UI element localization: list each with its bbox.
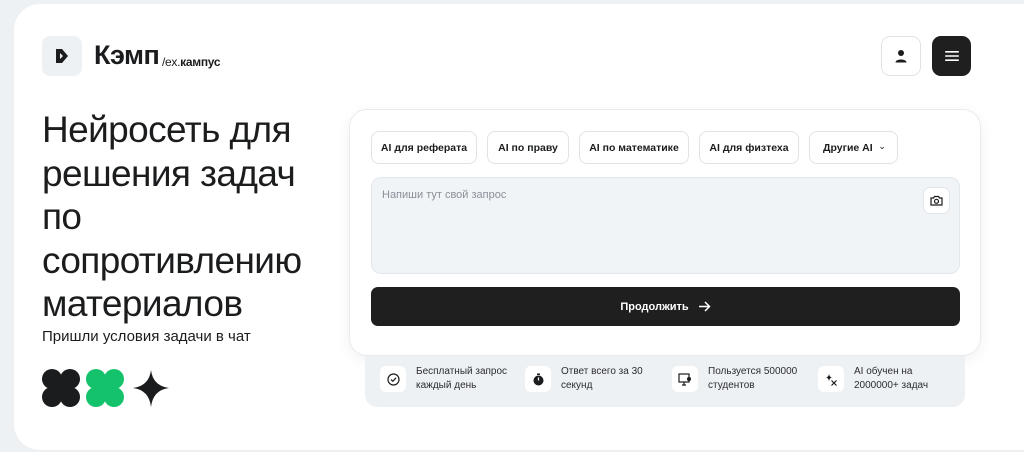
feature-text: Пользуется 500000 студентов	[708, 366, 798, 391]
query-input[interactable]	[382, 186, 902, 204]
page-subtitle: Пришли условия задачи в чат	[42, 328, 251, 345]
chat-card: AI для реферата AI по праву AI по матема…	[349, 109, 981, 356]
chip-other-ai-dropdown[interactable]: Другие AI	[809, 131, 898, 164]
feature-text: Бесплатный запрос каждый день	[416, 366, 508, 391]
feature-item: AI обучен на 2000000+ задач	[818, 365, 954, 393]
feature-item: Ответ всего за 30 секунд	[525, 365, 661, 393]
chip-ai-referat[interactable]: AI для реферата	[371, 131, 477, 164]
hamburger-menu-icon	[944, 51, 959, 61]
features-strip: Бесплатный запрос каждый день Ответ всег…	[365, 356, 965, 407]
ai-chips: AI для реферата AI по праву AI по матема…	[371, 131, 898, 164]
sparkle-icon	[818, 366, 844, 392]
feature-text: Ответ всего за 30 секунд	[561, 366, 643, 391]
feature-text: AI обучен на 2000000+ задач	[854, 366, 929, 391]
menu-button[interactable]	[932, 36, 971, 76]
continue-label: Продолжить	[620, 300, 689, 313]
k-logo-icon	[56, 49, 68, 63]
brand-name[interactable]: Кэмп	[94, 40, 160, 71]
stopwatch-icon	[525, 366, 551, 392]
black-star-icon	[133, 370, 169, 407]
logo-icon[interactable]	[42, 36, 82, 76]
chip-ai-phystech[interactable]: AI для физтеха	[699, 131, 799, 164]
brand-subtitle: /ex.кампус	[162, 55, 221, 69]
page-title: Нейросеть для решения задач по сопротивл…	[42, 109, 302, 324]
chip-ai-law[interactable]: AI по праву	[487, 131, 569, 164]
decorative-shapes	[42, 369, 169, 407]
black-flower-icon	[42, 369, 80, 407]
chevron-down-icon	[879, 146, 884, 149]
green-clover-icon	[86, 369, 124, 407]
camera-icon	[930, 195, 943, 206]
monitor-user-icon	[672, 366, 698, 392]
user-button[interactable]	[881, 36, 921, 76]
feature-item: Бесплатный запрос каждый день	[380, 365, 516, 393]
query-box	[371, 177, 960, 274]
arrow-right-icon	[698, 301, 711, 312]
chip-other-ai-label: Другие AI	[823, 141, 873, 154]
check-badge-icon	[380, 366, 406, 392]
camera-button[interactable]	[923, 187, 950, 214]
continue-button[interactable]: Продолжить	[371, 287, 960, 326]
chip-ai-math[interactable]: AI по математике	[579, 131, 689, 164]
feature-item: Пользуется 500000 студентов	[672, 365, 808, 393]
user-icon	[895, 50, 907, 63]
